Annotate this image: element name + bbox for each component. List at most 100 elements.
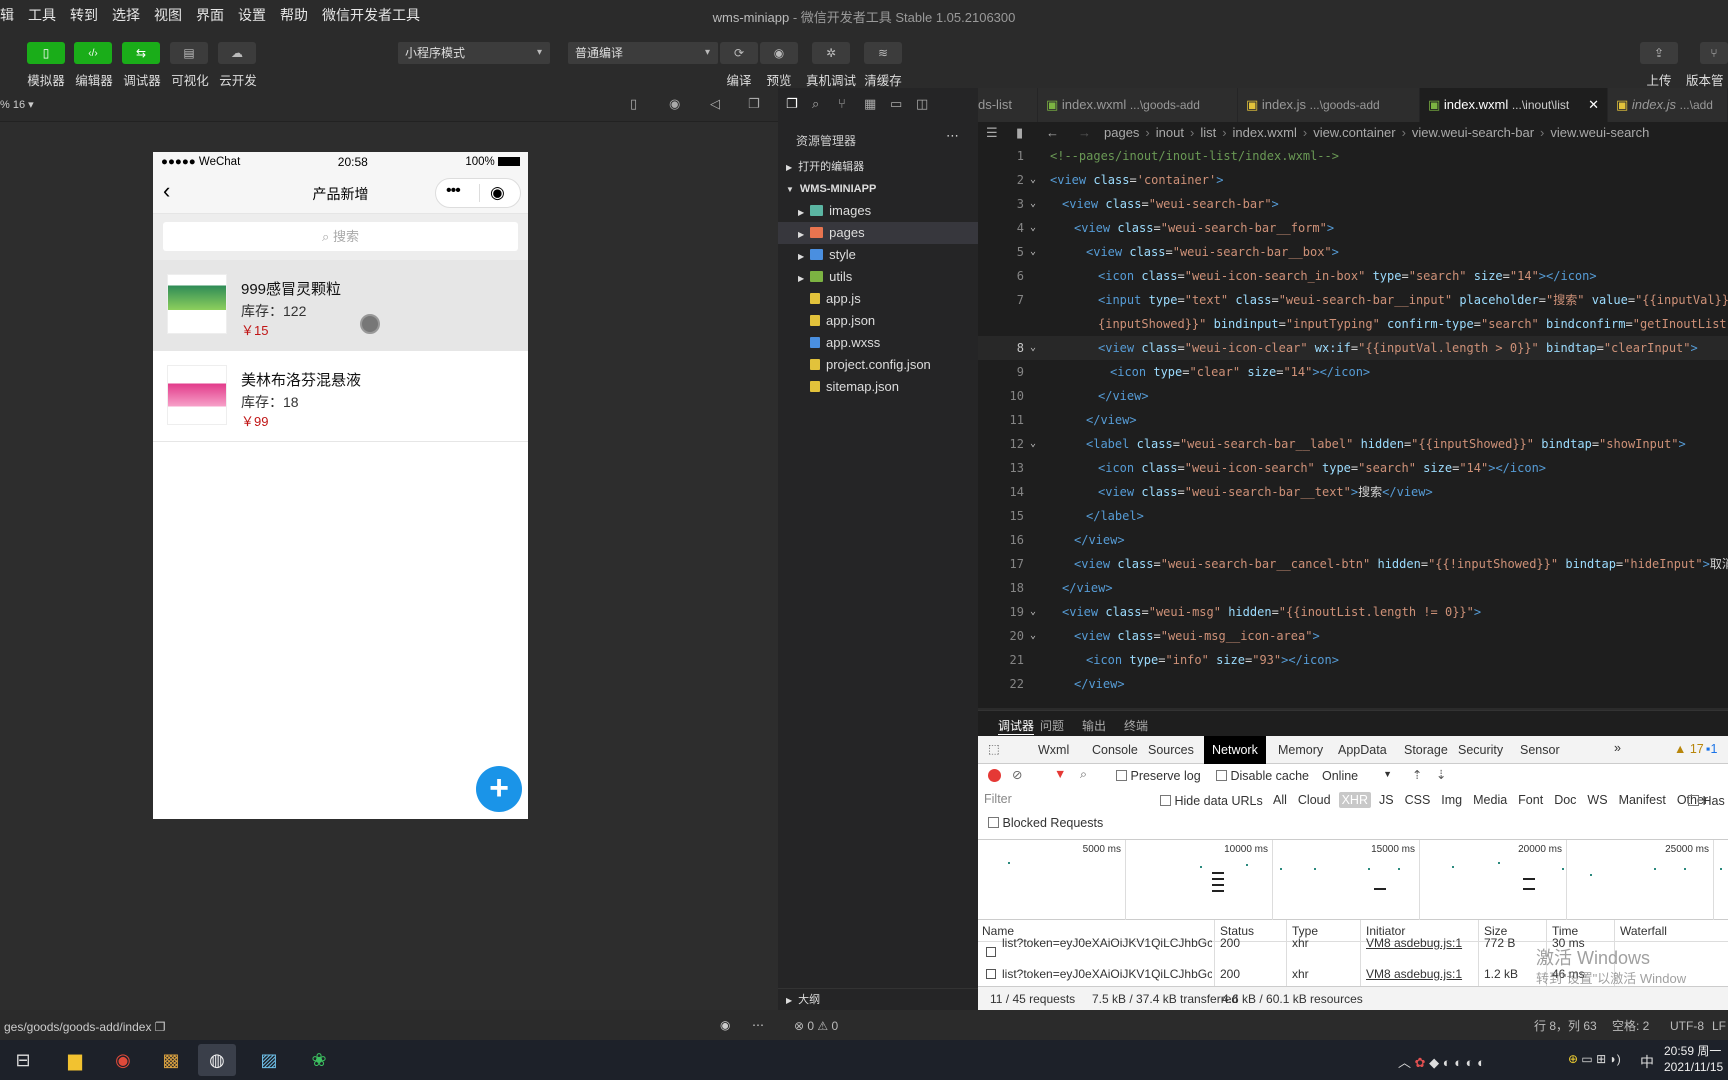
type-filter-ws[interactable]: WS	[1584, 792, 1610, 808]
file-explorer-icon[interactable]: ▆	[56, 1044, 94, 1076]
upload-button[interactable]: ⇪	[1640, 42, 1678, 64]
cloud-button[interactable]: ☁	[218, 42, 256, 64]
type-filter-all[interactable]: All	[1270, 792, 1290, 808]
fold-chevron-icon[interactable]: ⌄	[1030, 192, 1036, 216]
filter-icon[interactable]: ▼	[1054, 767, 1066, 781]
frog-app-icon[interactable]: ❀	[300, 1044, 338, 1076]
tab-ds-list[interactable]: ds-list	[978, 88, 1038, 122]
search-icon[interactable]: ⌕	[1080, 767, 1087, 782]
more-tabs-icon[interactable]: »	[1614, 741, 1621, 755]
cell-initiator[interactable]: VM8 asdebug.js:1	[1366, 936, 1462, 950]
visual-toggle-button[interactable]: ▤	[170, 42, 208, 64]
fold-chevron-icon[interactable]: ⌄	[1030, 624, 1036, 648]
throttle-select[interactable]: Online ▼	[1322, 769, 1392, 783]
file-item[interactable]: app.js	[778, 288, 978, 310]
product-item[interactable]: 美林布洛芬混悬液 库存：18 ￥99	[153, 351, 528, 442]
volume-icon[interactable]: ◁	[710, 96, 720, 112]
tab-add-js[interactable]: ▣ index.js ...\add	[1608, 88, 1728, 122]
record-icon[interactable]	[988, 769, 1001, 782]
source-control-icon[interactable]: ⑂	[838, 96, 846, 111]
remote-debug-button[interactable]: ✲	[812, 42, 850, 64]
debug-panel-tab[interactable]: 问题	[1040, 717, 1064, 734]
bookmark-icon[interactable]: ▮	[1016, 122, 1023, 144]
debug-panel-tab[interactable]: 输出	[1082, 717, 1106, 734]
forward-arrow-icon[interactable]: →	[1078, 122, 1091, 144]
folder-item[interactable]: ▶ style	[778, 244, 978, 266]
tab-goods-add-js[interactable]: ▣ index.js ...\goods-add	[1238, 88, 1420, 122]
debug-panel-tab[interactable]: 调试器	[998, 717, 1035, 735]
tab-inout-list-wxml[interactable]: ▣ index.wxml ...\inout\list ✕	[1420, 88, 1608, 122]
file-item[interactable]: app.json	[778, 310, 978, 332]
error-count[interactable]: ▪1	[1706, 742, 1717, 756]
tab-goods-add-wxml[interactable]: ▣ index.wxml ...\goods-add	[1038, 88, 1238, 122]
window-icon[interactable]: ❐	[748, 96, 760, 112]
mode-select[interactable]: 小程序模式	[398, 42, 550, 64]
more-icon[interactable]: •••	[446, 182, 461, 200]
fold-chevron-icon[interactable]: ⌄	[1030, 168, 1036, 192]
breadcrumb-item[interactable]: index.wxml	[1233, 125, 1297, 140]
photos-icon[interactable]: ▨	[250, 1044, 288, 1076]
editor-toggle-button[interactable]: ‹/›	[74, 42, 112, 64]
eye-icon[interactable]: ◉	[720, 1018, 730, 1032]
extensions-icon[interactable]: ▦	[864, 96, 876, 112]
files-icon[interactable]: ❐	[786, 96, 798, 112]
fold-chevron-icon[interactable]: ⌄	[1030, 432, 1036, 456]
devtools-tab-appdata[interactable]: AppData	[1330, 736, 1395, 764]
column-header[interactable]: Waterfall	[1620, 924, 1667, 938]
breadcrumb-item[interactable]: inout	[1156, 125, 1184, 140]
system-tray-icons[interactable]: ⊕ ▭ ⊞ ◗)	[1568, 1052, 1621, 1066]
clear-cache-button[interactable]: ≋	[864, 42, 902, 64]
type-filter-font[interactable]: Font	[1515, 792, 1546, 808]
more-icon[interactable]: ⋯	[752, 1018, 764, 1032]
inspect-icon[interactable]: ⬚	[988, 741, 1000, 756]
line-ending[interactable]: LF	[1712, 1012, 1726, 1040]
hide-data-urls-checkbox[interactable]: Hide data URLs	[1160, 794, 1263, 808]
compile-select[interactable]: 普通编译	[568, 42, 718, 64]
fold-chevron-icon[interactable]: ⌄	[1030, 240, 1036, 264]
breadcrumb-item[interactable]: view.weui-search	[1550, 125, 1649, 140]
fold-chevron-icon[interactable]: ⌄	[1030, 216, 1036, 240]
breadcrumb-item[interactable]: pages	[1104, 125, 1139, 140]
app-icon[interactable]: ▩	[152, 1044, 190, 1076]
folder-item[interactable]: ▶ images	[778, 200, 978, 222]
fold-chevron-icon[interactable]: ⌄	[1030, 336, 1036, 360]
folder-item[interactable]: ▶ utils	[778, 266, 978, 288]
phone-frame-icon[interactable]: ▯	[630, 96, 637, 112]
compile-button[interactable]: ⟳	[720, 42, 758, 64]
cell-initiator[interactable]: VM8 asdebug.js:1	[1366, 967, 1462, 981]
back-arrow-icon[interactable]: ←	[1046, 122, 1059, 144]
type-filter-manifest[interactable]: Manifest	[1616, 792, 1669, 808]
split-icon[interactable]: ◫	[916, 96, 928, 112]
type-filter-img[interactable]: Img	[1438, 792, 1465, 808]
ime-indicator[interactable]: 中	[1640, 1052, 1654, 1072]
indent-setting[interactable]: 空格: 2	[1612, 1012, 1649, 1040]
import-icon[interactable]: ⇡	[1412, 767, 1422, 782]
fold-chevron-icon[interactable]: ⌄	[1030, 600, 1036, 624]
search-input[interactable]: ⌕ 搜索	[163, 222, 518, 251]
type-filter-cloud[interactable]: Cloud	[1295, 792, 1334, 808]
outline-section[interactable]: ▶ 大纲	[778, 988, 978, 1010]
disable-cache-checkbox[interactable]: Disable cache	[1216, 769, 1309, 783]
clear-icon[interactable]: ⊘	[1012, 767, 1022, 782]
debugger-toggle-button[interactable]: ⇆	[122, 42, 160, 64]
debug-panel-tab[interactable]: 终端	[1124, 717, 1148, 734]
devtools-tab-wxml[interactable]: Wxml	[1030, 736, 1077, 764]
type-filter-js[interactable]: JS	[1376, 792, 1397, 808]
version-button[interactable]: ⑂	[1700, 42, 1728, 64]
open-editors-section[interactable]: ▶ 打开的编辑器	[778, 156, 978, 178]
tray-icons[interactable]: ︿ ✿ ◆ ◐ ◐ ◐ ◐	[1398, 1052, 1485, 1071]
more-icon[interactable]: ⋯	[946, 128, 959, 144]
simulator-toggle-button[interactable]: ▯	[27, 42, 65, 64]
search-icon[interactable]: ⌕	[812, 96, 819, 112]
product-item[interactable]: 999感冒灵颗粒 库存：122 ￥15	[153, 260, 528, 351]
cursor-position[interactable]: 行 8，列 63	[1534, 1012, 1597, 1040]
file-item[interactable]: app.wxss	[778, 332, 978, 354]
devtools-tab-network[interactable]: Network	[1204, 736, 1266, 764]
type-filter-xhr[interactable]: XHR	[1338, 792, 1371, 808]
devtools-tab-sources[interactable]: Sources	[1140, 736, 1202, 764]
devtools-tab-console[interactable]: Console	[1084, 736, 1146, 764]
record-icon[interactable]: ◉	[669, 96, 680, 112]
warning-count[interactable]: ▲ 17	[1674, 742, 1704, 756]
devtools-tab-security[interactable]: Security	[1450, 736, 1511, 764]
project-section[interactable]: ▼ WMS-MINIAPP	[778, 178, 978, 200]
